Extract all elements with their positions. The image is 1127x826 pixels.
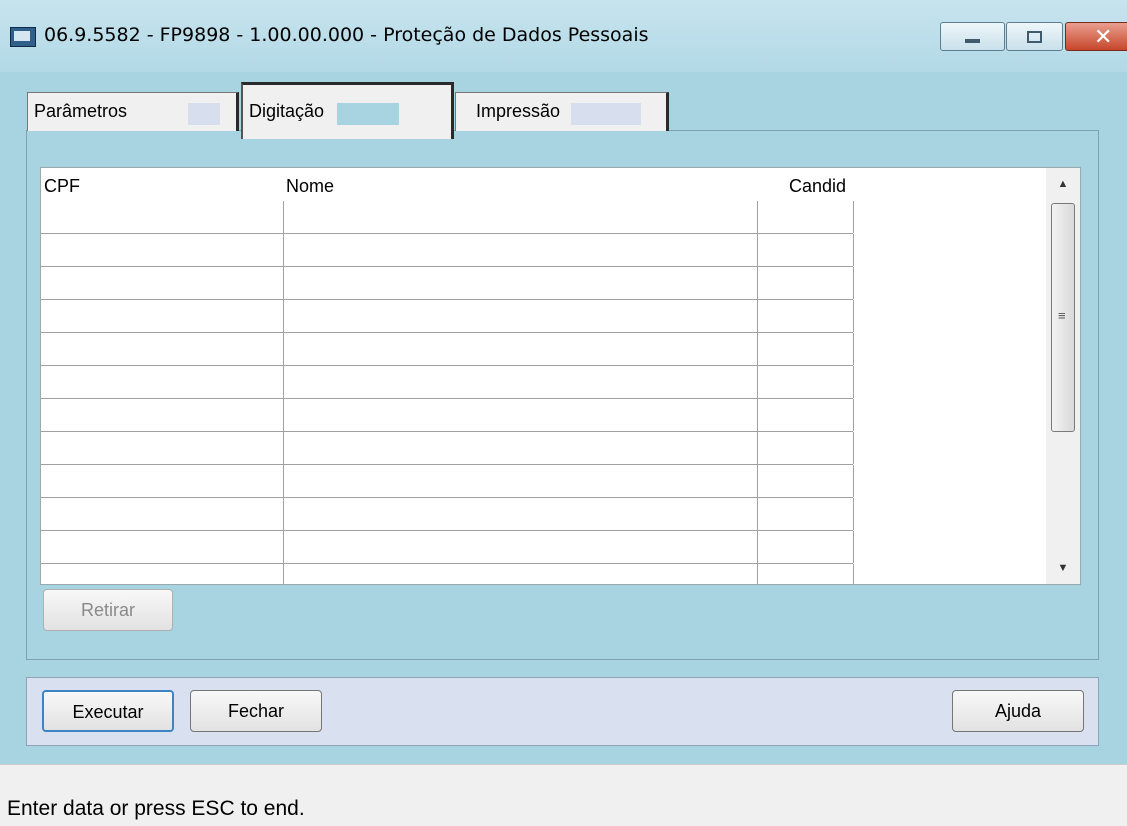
scroll-up-arrow-icon[interactable]: ▲	[1046, 168, 1080, 200]
cell-cpf[interactable]	[41, 201, 284, 233]
tab-focus-fill	[188, 103, 220, 125]
cell-nome[interactable]	[284, 531, 758, 563]
data-grid[interactable]: CPF Nome Candid ▲ ≡ ▼	[40, 167, 1081, 585]
cell-nome[interactable]	[284, 564, 758, 584]
column-header-nome[interactable]: Nome	[286, 176, 334, 197]
scroll-down-arrow-icon[interactable]: ▼	[1046, 552, 1080, 584]
retirar-button[interactable]: Retirar	[43, 589, 173, 631]
cell-nome[interactable]	[284, 234, 758, 266]
column-header-candid[interactable]: Candid	[789, 176, 846, 197]
tab-label: Digitação	[249, 101, 325, 121]
cell-nome[interactable]	[284, 498, 758, 530]
close-button[interactable]: ✕	[1065, 22, 1127, 51]
cell-nome[interactable]	[284, 267, 758, 299]
cell-candid[interactable]	[758, 333, 854, 365]
cell-cpf[interactable]	[41, 234, 284, 266]
cell-cpf[interactable]	[41, 300, 284, 332]
close-icon: ✕	[1094, 24, 1113, 49]
grid-body	[41, 201, 854, 584]
scroll-thumb[interactable]: ≡	[1051, 203, 1075, 432]
status-message: Enter data or press ESC to end.	[7, 797, 305, 820]
title-bar[interactable]: 06.9.5582 - FP9898 - 1.00.00.000 - Prote…	[0, 0, 1127, 72]
table-row[interactable]	[41, 432, 854, 465]
cell-candid[interactable]	[758, 432, 854, 464]
minimize-icon	[965, 39, 980, 43]
status-bar: Enter data or press ESC to end.	[0, 764, 1127, 826]
cell-nome[interactable]	[284, 300, 758, 332]
column-header-cpf[interactable]: CPF	[44, 176, 80, 197]
cell-candid[interactable]	[758, 267, 854, 299]
table-row[interactable]	[41, 267, 854, 300]
table-row[interactable]	[41, 366, 854, 399]
executar-button[interactable]: Executar	[42, 690, 174, 732]
cell-candid[interactable]	[758, 300, 854, 332]
cell-nome[interactable]	[284, 399, 758, 431]
cell-candid[interactable]	[758, 498, 854, 530]
table-row[interactable]	[41, 201, 854, 234]
app-window-icon	[10, 27, 36, 47]
window-title: 06.9.5582 - FP9898 - 1.00.00.000 - Prote…	[44, 24, 649, 46]
maximize-button[interactable]	[1006, 22, 1063, 51]
cell-candid[interactable]	[758, 465, 854, 497]
vertical-scrollbar[interactable]: ▲ ≡ ▼	[1046, 168, 1080, 584]
table-row[interactable]	[41, 300, 854, 333]
cell-candid[interactable]	[758, 564, 854, 584]
cell-cpf[interactable]	[41, 498, 284, 530]
table-row[interactable]	[41, 498, 854, 531]
cell-cpf[interactable]	[41, 432, 284, 464]
fechar-button[interactable]: Fechar	[190, 690, 322, 732]
cell-candid[interactable]	[758, 399, 854, 431]
tab-label: Impressão	[476, 101, 561, 121]
cell-nome[interactable]	[284, 432, 758, 464]
table-row[interactable]	[41, 465, 854, 498]
ajuda-button[interactable]: Ajuda	[952, 690, 1084, 732]
action-bar	[26, 677, 1099, 746]
cell-cpf[interactable]	[41, 366, 284, 398]
cell-cpf[interactable]	[41, 399, 284, 431]
cell-cpf[interactable]	[41, 333, 284, 365]
cell-candid[interactable]	[758, 201, 854, 233]
cell-nome[interactable]	[284, 366, 758, 398]
cell-candid[interactable]	[758, 234, 854, 266]
main-window: 06.9.5582 - FP9898 - 1.00.00.000 - Prote…	[0, 0, 1127, 764]
table-row[interactable]	[41, 531, 854, 564]
cell-cpf[interactable]	[41, 564, 284, 584]
grid-header: CPF Nome Candid	[41, 168, 1041, 201]
minimize-button[interactable]	[940, 22, 1005, 51]
tab-focus-fill	[571, 103, 641, 125]
table-row[interactable]	[41, 399, 854, 432]
cell-candid[interactable]	[758, 531, 854, 563]
maximize-icon	[1027, 31, 1042, 43]
tab-focus-fill	[337, 103, 399, 125]
cell-nome[interactable]	[284, 333, 758, 365]
grip-icon: ≡	[1058, 308, 1066, 323]
tab-impressao[interactable]: Impressão	[455, 92, 669, 131]
cell-cpf[interactable]	[41, 465, 284, 497]
cell-cpf[interactable]	[41, 267, 284, 299]
cell-nome[interactable]	[284, 465, 758, 497]
table-row[interactable]	[41, 234, 854, 267]
table-row[interactable]	[41, 564, 854, 584]
tab-label: Parâmetros	[34, 101, 128, 121]
tab-parametros[interactable]: Parâmetros	[27, 92, 239, 131]
table-row[interactable]	[41, 333, 854, 366]
tab-digitacao[interactable]: Digitação	[241, 82, 454, 139]
cell-cpf[interactable]	[41, 531, 284, 563]
cell-nome[interactable]	[284, 201, 758, 233]
cell-candid[interactable]	[758, 366, 854, 398]
